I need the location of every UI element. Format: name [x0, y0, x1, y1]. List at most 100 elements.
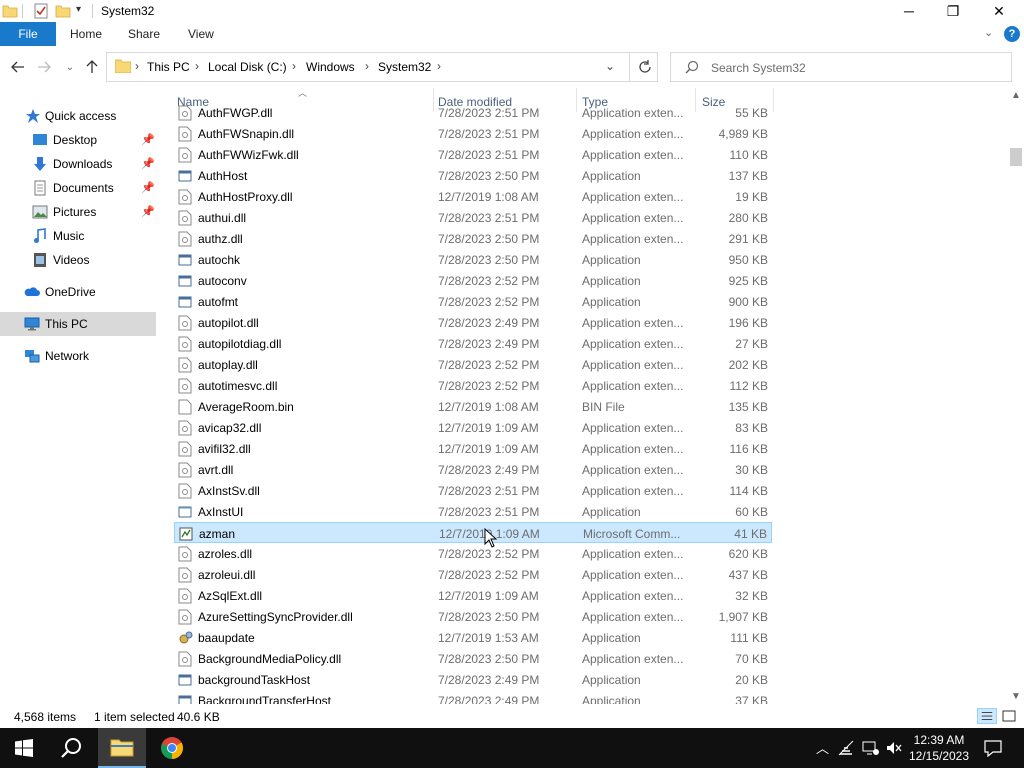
scrollbar-thumb[interactable] [1010, 148, 1022, 166]
table-row[interactable]: azman 12/7/2019 1:09 AM Microsoft Comm... 4… [174, 522, 772, 543]
file-name: AuthHost [198, 169, 248, 183]
sidebar-item-pictures[interactable]: Pictures 📌 [0, 200, 156, 224]
refresh-button[interactable] [629, 53, 659, 81]
file-type: Application [582, 505, 641, 519]
sidebar-item-this-pc[interactable]: This PC [0, 312, 156, 336]
show-hidden-icons-icon[interactable]: ︿ [816, 738, 829, 757]
file-date-modified: 7/28/2023 2:49 PM [438, 673, 540, 687]
status-bar: 4,568 items 1 item selected 40.6 KB [0, 704, 1024, 728]
table-row[interactable]: baaupdate 12/7/2019 1:53 AM Application 111… [174, 627, 772, 648]
divider [22, 4, 23, 18]
table-row[interactable]: AzSqlExt.dll 12/7/2019 1:09 AM Application… [174, 585, 772, 606]
breadcrumb-system32[interactable]: System32 [378, 60, 431, 74]
table-row[interactable]: avifil32.dll 12/7/2019 1:09 AM Application… [174, 438, 772, 459]
table-row[interactable]: authz.dll 7/28/2023 2:50 PM Application ex… [174, 228, 772, 249]
table-row[interactable]: autotimesvc.dll 7/28/2023 2:52 PM Applicat… [174, 375, 772, 396]
tab-home[interactable]: Home [70, 27, 102, 41]
search-input[interactable]: Search System32 [711, 61, 806, 75]
breadcrumb-separator[interactable]: › [195, 59, 199, 73]
table-row[interactable]: autofmt 7/28/2023 2:52 PM Application 900 K… [174, 291, 772, 312]
table-row[interactable]: AuthHostProxy.dll 12/7/2019 1:08 AM Applic… [174, 186, 772, 207]
search-button[interactable] [48, 728, 96, 768]
table-row[interactable]: AuthFWGP.dll 7/28/2023 2:51 PM Application… [174, 102, 772, 123]
table-row[interactable]: BackgroundMediaPolicy.dll 7/28/2023 2:50 … [174, 648, 772, 669]
sidebar-item-downloads[interactable]: Downloads 📌 [0, 152, 156, 176]
table-row[interactable]: avrt.dll 7/28/2023 2:49 PM Application ext… [174, 459, 772, 480]
clock[interactable]: 12:39 AM 12/15/2023 [902, 732, 976, 764]
address-bar[interactable]: › This PC › Local Disk (C:) › Windows › … [106, 52, 658, 82]
table-row[interactable]: BackgroundTransferHost 7/28/2023 2:49 PM A… [174, 690, 772, 704]
table-row[interactable]: autopilotdiag.dll 7/28/2023 2:49 PM Applic… [174, 333, 772, 354]
dll-icon [178, 420, 192, 436]
table-row[interactable]: azroleui.dll 7/28/2023 2:52 PM Application… [174, 564, 772, 585]
notifications-icon[interactable] [984, 739, 1002, 757]
table-row[interactable]: authui.dll 7/28/2023 2:51 PM Application e… [174, 207, 772, 228]
minimize-button[interactable]: ─ [886, 0, 932, 22]
table-row[interactable]: AverageRoom.bin 12/7/2019 1:08 AM BIN File… [174, 396, 772, 417]
volume-muted-icon[interactable] [886, 740, 902, 756]
pin-icon[interactable]: 📌 [141, 157, 155, 170]
vertical-scrollbar[interactable]: ▲ ▼ [1008, 88, 1024, 704]
table-row[interactable]: AuthFWWizFwk.dll 7/28/2023 2:51 PM Applica… [174, 144, 772, 165]
table-row[interactable]: autochk 7/28/2023 2:50 PM Application 950 K… [174, 249, 772, 270]
table-row[interactable]: autoplay.dll 7/28/2023 2:52 PM Application… [174, 354, 772, 375]
file-list[interactable]: ︿ Name Date modified Type Size AuthFWGP.… [156, 88, 1008, 704]
breadcrumb-separator[interactable]: › [365, 59, 369, 73]
display-tray-icon[interactable] [862, 740, 880, 756]
table-row[interactable]: AuthHost 7/28/2023 2:50 PM Application 137 … [174, 165, 772, 186]
file-size: 83 KB [735, 421, 768, 435]
table-row[interactable]: avicap32.dll 12/7/2019 1:09 AM Application… [174, 417, 772, 438]
scroll-up-icon[interactable]: ▲ [1011, 90, 1021, 101]
breadcrumb-this-pc[interactable]: This PC [147, 60, 190, 74]
new-folder-icon[interactable] [55, 3, 71, 19]
recent-locations-button[interactable]: ⌄ [60, 57, 80, 77]
file-date-modified: 7/28/2023 2:52 PM [438, 547, 540, 561]
customize-quick-access-icon[interactable]: ▾ [76, 4, 81, 15]
breadcrumb-separator[interactable]: › [292, 59, 296, 73]
sidebar-item-network[interactable]: Network [0, 344, 156, 368]
forward-button[interactable] [34, 57, 54, 77]
breadcrumb-windows[interactable]: Windows [306, 60, 355, 74]
table-row[interactable]: azroles.dll 7/28/2023 2:52 PM Application … [174, 543, 772, 564]
start-button[interactable] [0, 728, 48, 768]
sidebar-item-documents[interactable]: Documents 📌 [0, 176, 156, 200]
pin-icon[interactable]: 📌 [141, 133, 155, 146]
chevron-down-icon[interactable]: ⌄ [984, 26, 998, 40]
sidebar-item-onedrive[interactable]: OneDrive [0, 280, 156, 304]
pin-icon[interactable]: 📌 [141, 181, 155, 194]
pin-icon[interactable]: 📌 [141, 205, 155, 218]
details-view-icon[interactable] [977, 708, 997, 724]
table-row[interactable]: autopilot.dll 7/28/2023 2:49 PM Applicatio… [174, 312, 772, 333]
sidebar-item-desktop[interactable]: Desktop 📌 [0, 128, 156, 152]
properties-icon[interactable] [33, 3, 49, 19]
column-divider[interactable] [773, 88, 774, 112]
network-tray-icon[interactable] [838, 740, 854, 756]
up-button[interactable] [82, 57, 102, 77]
sidebar-item-music[interactable]: Music [0, 224, 156, 248]
table-row[interactable]: backgroundTaskHost 7/28/2023 2:49 PM Appli… [174, 669, 772, 690]
breadcrumb-separator[interactable]: › [437, 59, 441, 73]
tab-share[interactable]: Share [128, 27, 160, 41]
table-row[interactable]: AxInstSv.dll 7/28/2023 2:51 PM Application… [174, 480, 772, 501]
breadcrumb-local-disk[interactable]: Local Disk (C:) [208, 60, 287, 74]
scroll-down-icon[interactable]: ▼ [1011, 691, 1021, 702]
file-size: 925 KB [728, 274, 768, 288]
table-row[interactable]: AuthFWSnapin.dll 7/28/2023 2:51 PM Applica… [174, 123, 772, 144]
table-row[interactable]: AzureSettingSyncProvider.dll 7/28/2023 2:… [174, 606, 772, 627]
large-icons-view-icon[interactable] [999, 708, 1019, 724]
close-button[interactable]: ✕ [976, 0, 1022, 22]
search-box[interactable]: Search System32 [670, 52, 1012, 82]
maximize-button[interactable]: ❐ [930, 0, 976, 22]
sidebar-item-quick-access[interactable]: Quick access [0, 104, 156, 128]
address-dropdown-icon[interactable]: ⌄ [605, 59, 621, 75]
table-row[interactable]: autoconv 7/28/2023 2:52 PM Application 925 … [174, 270, 772, 291]
tab-view[interactable]: View [188, 27, 214, 41]
sidebar-item-videos[interactable]: Videos [0, 248, 156, 272]
file-explorer-taskbar-button[interactable] [98, 728, 146, 768]
tab-file[interactable]: File [0, 22, 56, 46]
breadcrumb-separator[interactable]: › [135, 59, 139, 73]
back-button[interactable] [8, 57, 28, 77]
chrome-taskbar-button[interactable] [148, 728, 196, 768]
table-row[interactable]: AxInstUI 7/28/2023 2:51 PM Application 60 K… [174, 501, 772, 522]
help-icon[interactable]: ? [1004, 26, 1020, 42]
